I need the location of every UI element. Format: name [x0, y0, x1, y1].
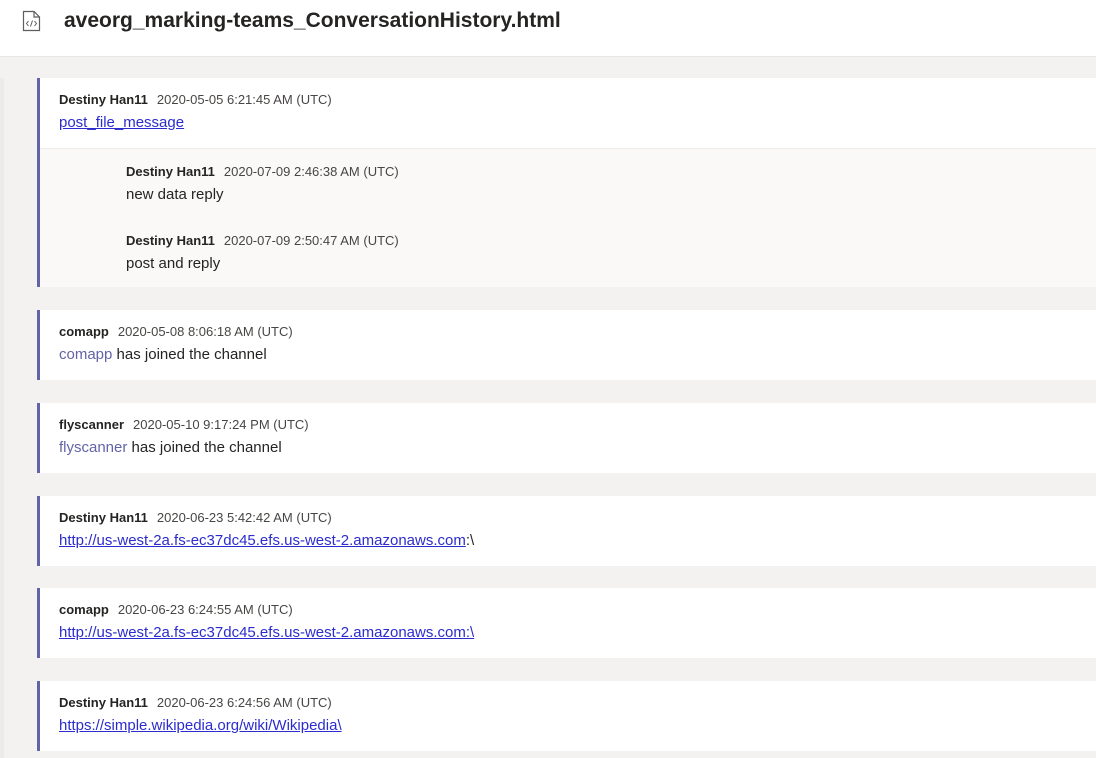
message-link[interactable]: http://us-west-2a.fs-ec37dc45.efs.us-wes… — [59, 624, 474, 641]
message-meta: Destiny Han11 2020-05-05 6:21:45 AM (UTC) — [59, 91, 332, 108]
user-mention[interactable]: flyscanner — [59, 439, 127, 456]
conversation-history-page: aveorg_marking-teams_ConversationHistory… — [0, 0, 1096, 758]
message-link[interactable]: post_file_message — [59, 114, 184, 131]
message-author: Destiny Han11 — [59, 92, 148, 107]
message-body: post_file_message — [59, 113, 184, 132]
page-title: aveorg_marking-teams_ConversationHistory… — [64, 9, 561, 32]
message-meta: Destiny Han11 2020-06-23 5:42:42 AM (UTC) — [59, 509, 332, 526]
message: comapp 2020-06-23 6:24:55 AM (UTC) http:/… — [40, 588, 1096, 658]
reply: Destiny Han11 2020-07-09 2:46:38 AM (UTC)… — [40, 149, 1096, 218]
message-timestamp: 2020-06-23 5:42:42 AM (UTC) — [156, 510, 332, 525]
message-meta: comapp 2020-05-08 8:06:18 AM (UTC) — [59, 323, 293, 340]
message-body: comapp has joined the channel — [59, 345, 267, 364]
reply-body: post and reply — [126, 255, 221, 272]
html-file-icon — [22, 10, 41, 32]
reply-author: Destiny Han11 — [126, 164, 215, 179]
message-timestamp: 2020-06-23 6:24:55 AM (UTC) — [117, 602, 293, 617]
message-timestamp: 2020-05-10 9:17:24 PM (UTC) — [133, 417, 309, 432]
message-body: http://us-west-2a.fs-ec37dc45.efs.us-wes… — [59, 623, 474, 642]
message-meta: flyscanner 2020-05-10 9:17:24 PM (UTC) — [59, 416, 309, 433]
message-thread: Destiny Han11 2020-05-05 6:21:45 AM (UTC)… — [37, 78, 1096, 287]
message-timestamp: 2020-05-08 8:06:18 AM (UTC) — [117, 324, 293, 339]
message: Destiny Han11 2020-06-23 5:42:42 AM (UTC)… — [40, 496, 1096, 566]
reply-timestamp: 2020-07-09 2:46:38 AM (UTC) — [223, 164, 399, 179]
reply-meta: Destiny Han11 2020-07-09 2:50:47 AM (UTC) — [126, 232, 399, 249]
message-text: has joined the channel — [127, 439, 282, 456]
message: Destiny Han11 2020-06-23 6:24:56 AM (UTC)… — [40, 681, 1096, 751]
message-body: http://us-west-2a.fs-ec37dc45.efs.us-wes… — [59, 531, 474, 550]
message-body: flyscanner has joined the channel — [59, 438, 282, 457]
message: Destiny Han11 2020-05-05 6:21:45 AM (UTC)… — [40, 78, 1096, 148]
message-timestamp: 2020-06-23 6:24:56 AM (UTC) — [156, 695, 332, 710]
message-thread: comapp 2020-05-08 8:06:18 AM (UTC) comapp… — [37, 310, 1096, 380]
message-canvas: Destiny Han11 2020-05-05 6:21:45 AM (UTC)… — [0, 56, 1096, 758]
message-thread: comapp 2020-06-23 6:24:55 AM (UTC) http:/… — [37, 588, 1096, 658]
message-meta: comapp 2020-06-23 6:24:55 AM (UTC) — [59, 601, 293, 618]
reply: Destiny Han11 2020-07-09 2:50:47 AM (UTC)… — [40, 218, 1096, 287]
message-link[interactable]: https://simple.wikipedia.org/wiki/Wikipe… — [59, 717, 342, 734]
reply-author: Destiny Han11 — [126, 233, 215, 248]
reply-meta: Destiny Han11 2020-07-09 2:46:38 AM (UTC) — [126, 163, 399, 180]
reply-list: Destiny Han11 2020-07-09 2:46:38 AM (UTC)… — [40, 148, 1096, 287]
message-thread: Destiny Han11 2020-06-23 6:24:56 AM (UTC)… — [37, 681, 1096, 751]
message-author: comapp — [59, 324, 109, 339]
message-author: comapp — [59, 602, 109, 617]
message-thread: flyscanner 2020-05-10 9:17:24 PM (UTC) fl… — [37, 403, 1096, 473]
left-strip — [0, 78, 4, 758]
message-text: has joined the channel — [112, 346, 267, 363]
message-author: Destiny Han11 — [59, 695, 148, 710]
reply-timestamp: 2020-07-09 2:50:47 AM (UTC) — [223, 233, 399, 248]
message-author: flyscanner — [59, 417, 125, 432]
message: comapp 2020-05-08 8:06:18 AM (UTC) comapp… — [40, 310, 1096, 380]
message-timestamp: 2020-05-05 6:21:45 AM (UTC) — [156, 92, 332, 107]
message-link[interactable]: http://us-west-2a.fs-ec37dc45.efs.us-wes… — [59, 532, 466, 549]
message-author: Destiny Han11 — [59, 510, 148, 525]
divider — [0, 56, 1096, 57]
header: aveorg_marking-teams_ConversationHistory… — [0, 0, 1096, 56]
user-mention[interactable]: comapp — [59, 346, 112, 363]
message-text: :\ — [465, 532, 475, 549]
message-thread: Destiny Han11 2020-06-23 5:42:42 AM (UTC)… — [37, 496, 1096, 566]
message-body: https://simple.wikipedia.org/wiki/Wikipe… — [59, 716, 342, 735]
reply-body: new data reply — [126, 186, 224, 203]
message-meta: Destiny Han11 2020-06-23 6:24:56 AM (UTC) — [59, 694, 332, 711]
message: flyscanner 2020-05-10 9:17:24 PM (UTC) fl… — [40, 403, 1096, 473]
